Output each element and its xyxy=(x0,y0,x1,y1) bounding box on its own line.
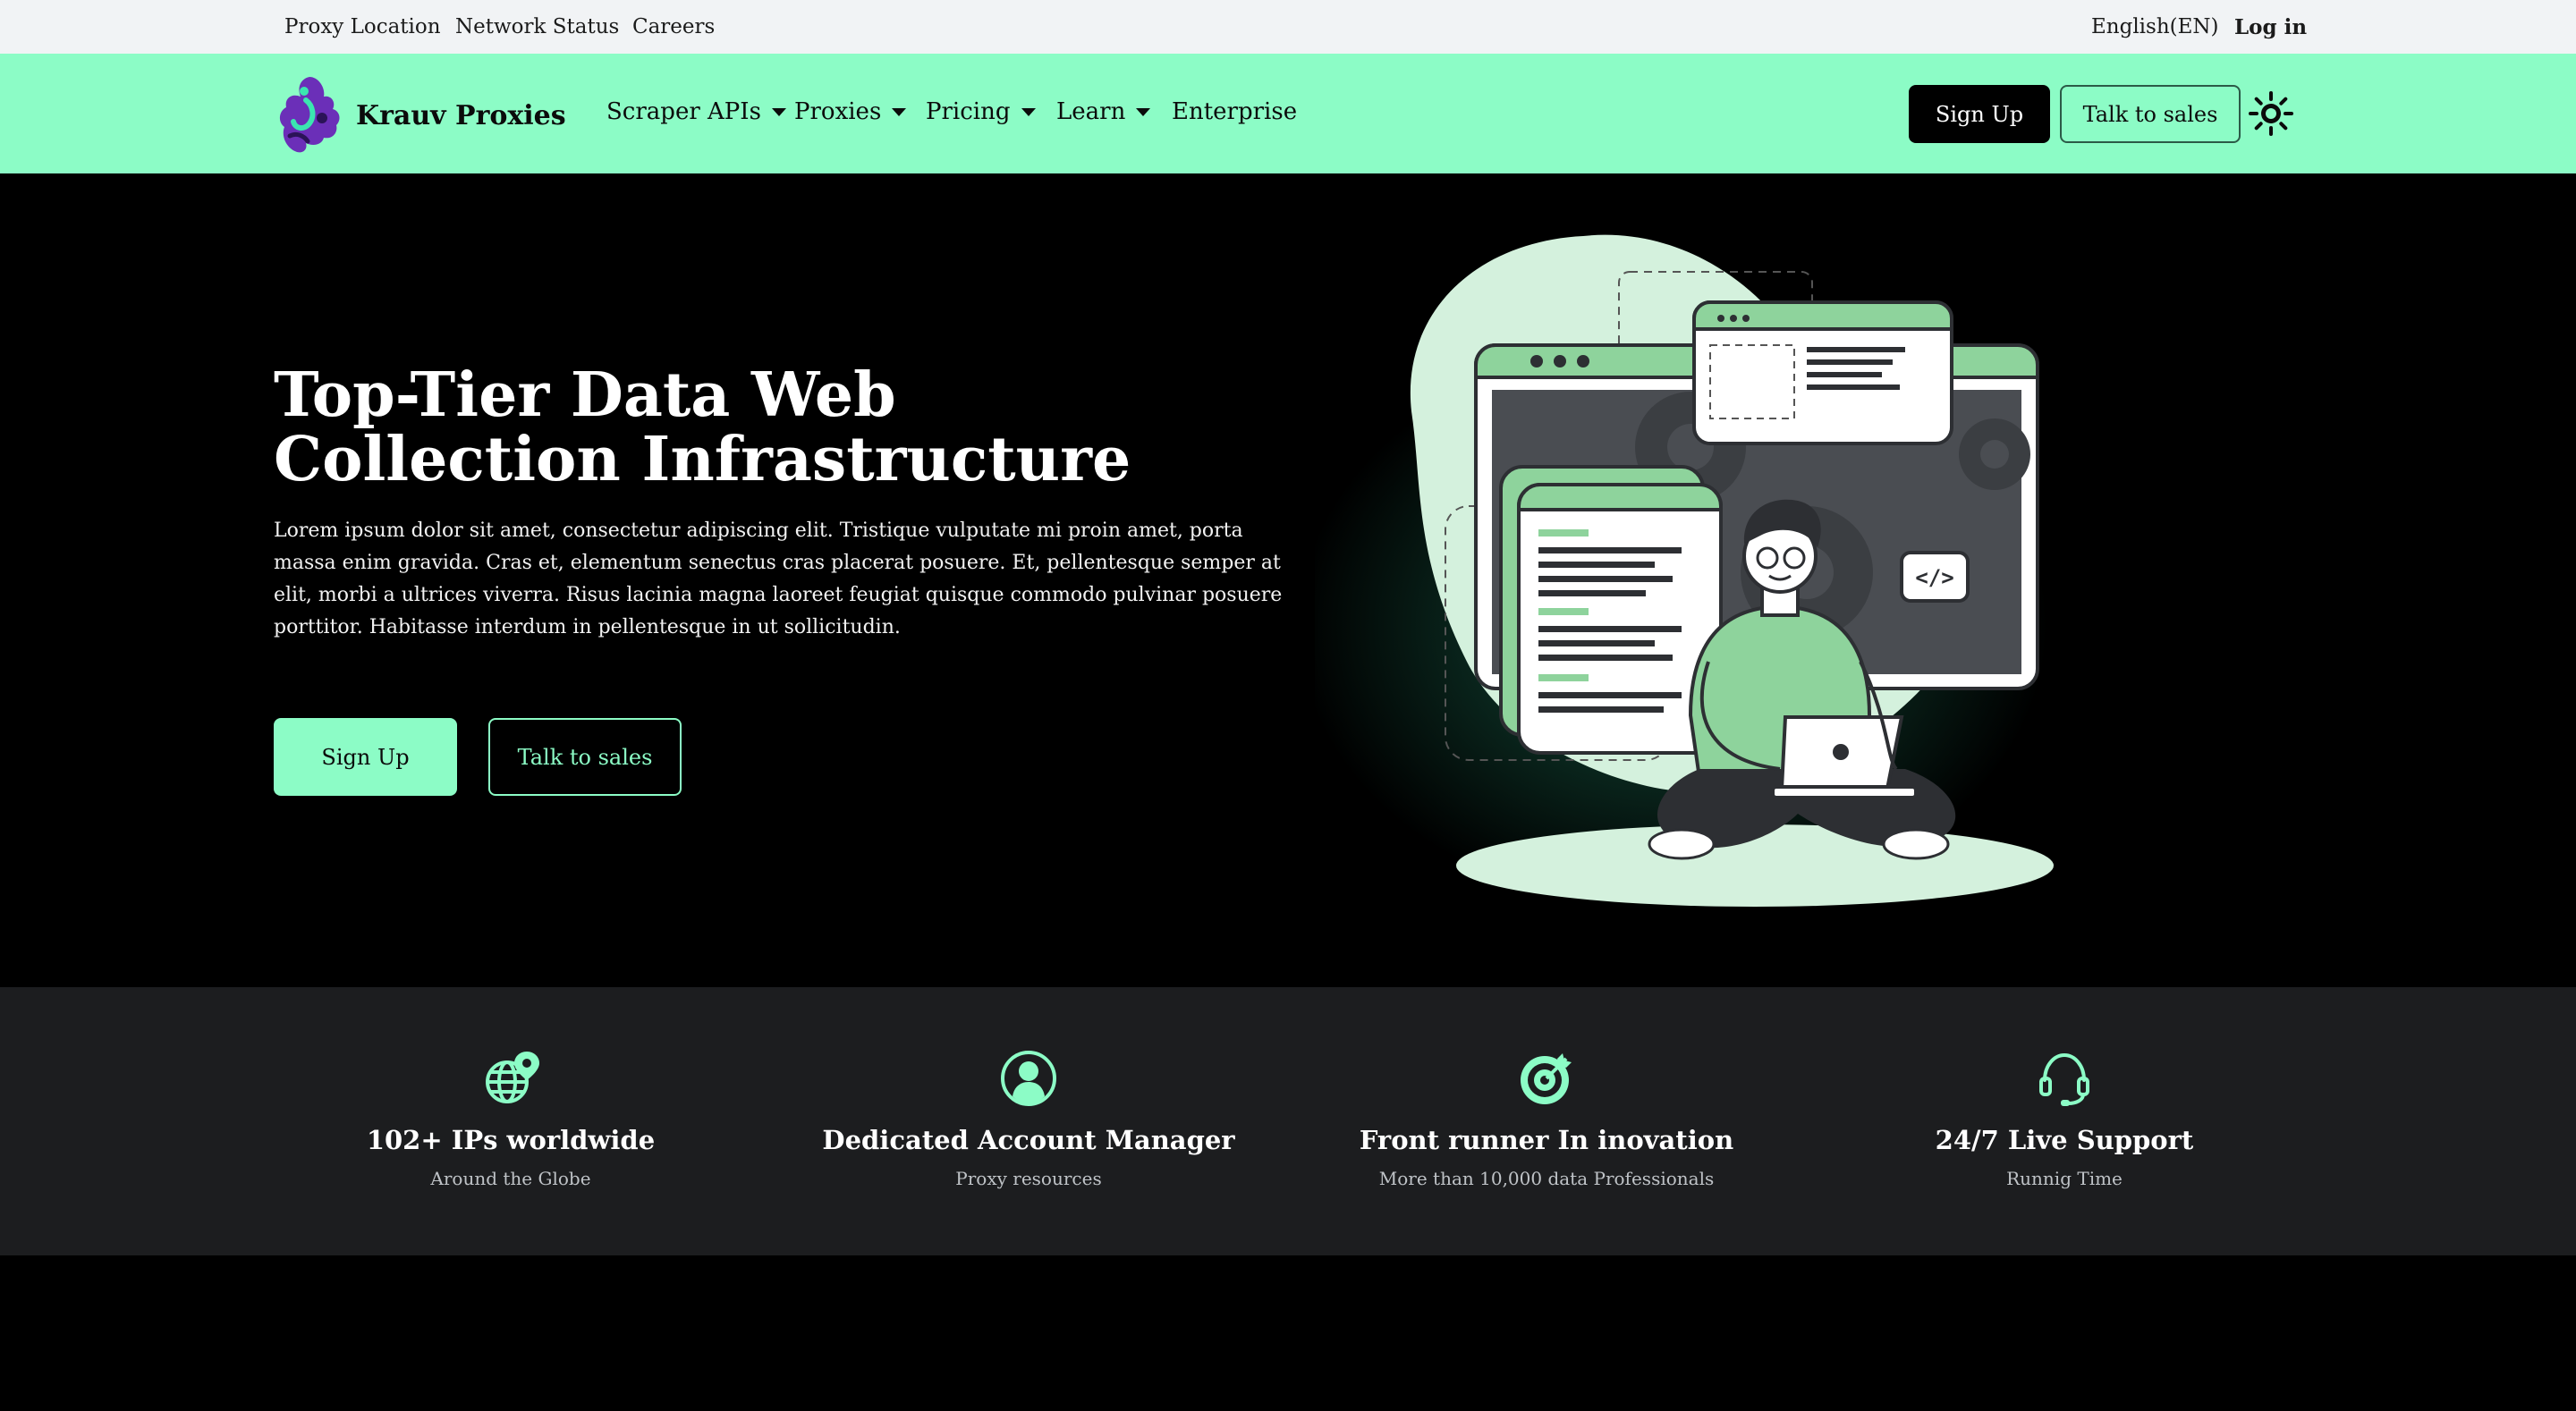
sun-icon[interactable] xyxy=(2249,91,2293,136)
feature-subtitle: More than 10,000 data Professionals xyxy=(1378,1168,1715,1189)
feature-subtitle: Runnig Time xyxy=(2006,1168,2123,1189)
feature-title: Front runner In inovation xyxy=(1359,1125,1734,1155)
careers-link[interactable]: Careers xyxy=(632,15,715,38)
proxy-location-link[interactable]: Proxy Location xyxy=(284,15,441,38)
nav-pricing[interactable]: Pricing xyxy=(926,98,1036,125)
feature-subtitle: Around the Globe xyxy=(430,1168,591,1189)
top-bar: Proxy Location Network Status Careers En… xyxy=(0,0,2576,54)
user-icon xyxy=(1001,1051,1056,1106)
code-tag-icon: </> xyxy=(1915,565,1953,590)
login-link[interactable]: Log in xyxy=(2234,15,2307,39)
nav-proxies-label: Proxies xyxy=(794,98,882,125)
globe-location-icon xyxy=(486,1052,539,1103)
nav-pricing-label: Pricing xyxy=(926,98,1011,125)
hero-illustration: </> xyxy=(1315,234,2054,912)
nav-talk-to-sales-button[interactable]: Talk to sales xyxy=(2060,85,2241,143)
feature-item: 102+ IPs worldwide Around the Globe xyxy=(296,1050,725,1189)
main-navbar: Krauv Proxies Scraper APIs Proxies Prici… xyxy=(0,54,2576,173)
language-selector[interactable]: English(EN) xyxy=(2091,15,2219,38)
feature-title: Dedicated Account Manager xyxy=(822,1125,1235,1155)
feature-item: Dedicated Account Manager Proxy resource… xyxy=(814,1050,1243,1189)
chevron-down-icon xyxy=(771,107,786,116)
feature-title: 24/7 Live Support xyxy=(1935,1125,2194,1155)
brand-logo-icon[interactable] xyxy=(274,73,342,156)
nav-scraper-apis-label: Scraper APIs xyxy=(606,98,761,125)
feature-item: Front runner In inovation More than 10,0… xyxy=(1332,1050,1761,1189)
nav-enterprise-label: Enterprise xyxy=(1172,98,1298,125)
feature-subtitle: Proxy resources xyxy=(955,1168,1102,1189)
features-strip: 102+ IPs worldwide Around the Globe Dedi… xyxy=(0,987,2576,1255)
nav-learn-label: Learn xyxy=(1056,98,1126,125)
hero-description: Lorem ipsum dolor sit amet, consectetur … xyxy=(274,520,1283,638)
brand-name[interactable]: Krauv Proxies xyxy=(356,100,566,131)
nav-proxies[interactable]: Proxies xyxy=(794,98,907,125)
target-icon xyxy=(1521,1053,1572,1104)
headset-icon xyxy=(2039,1052,2089,1106)
nav-scraper-apis[interactable]: Scraper APIs xyxy=(606,98,786,125)
chevron-down-icon xyxy=(892,107,907,116)
feature-item: 24/7 Live Support Runnig Time xyxy=(1850,1050,2279,1189)
network-status-link[interactable]: Network Status xyxy=(455,15,619,38)
hero-signup-button[interactable]: Sign Up xyxy=(274,718,457,796)
chevron-down-icon xyxy=(1136,107,1151,116)
nav-enterprise[interactable]: Enterprise xyxy=(1172,98,1297,125)
hero-title: Top-Tier Data Web Collection Infrastruct… xyxy=(274,359,1131,495)
nav-learn[interactable]: Learn xyxy=(1056,98,1151,125)
feature-title: 102+ IPs worldwide xyxy=(366,1125,656,1155)
hero-talk-to-sales-button[interactable]: Talk to sales xyxy=(488,718,682,796)
nav-signup-button[interactable]: Sign Up xyxy=(1909,85,2050,143)
chevron-down-icon xyxy=(1021,107,1036,116)
